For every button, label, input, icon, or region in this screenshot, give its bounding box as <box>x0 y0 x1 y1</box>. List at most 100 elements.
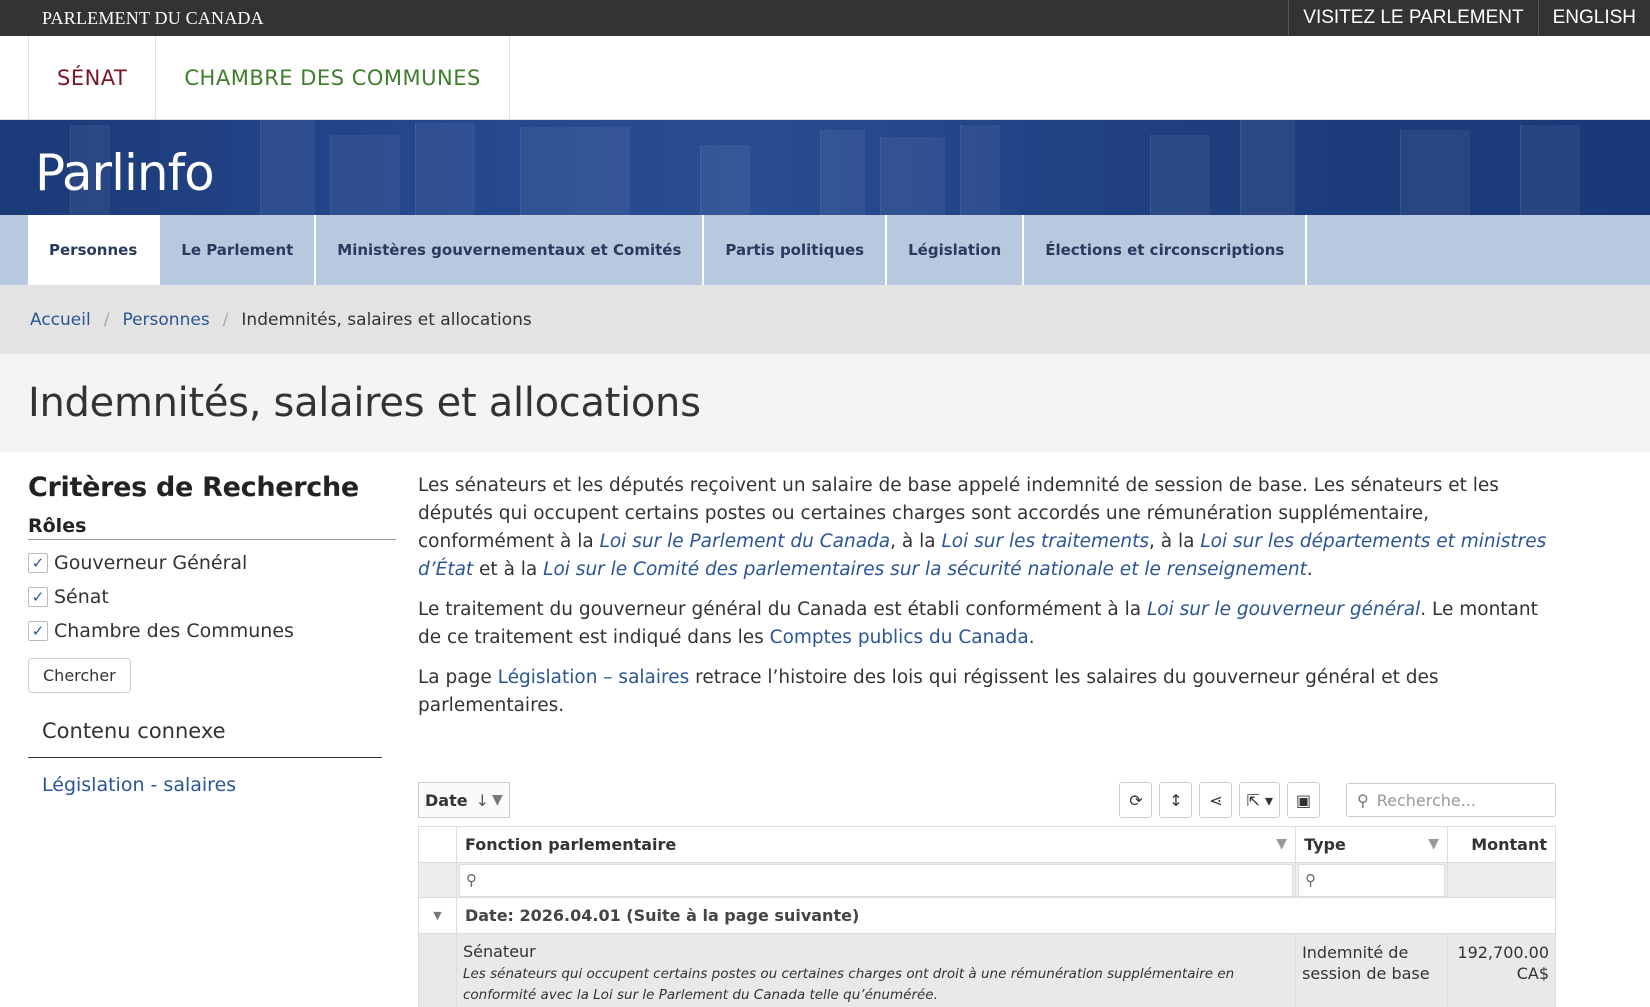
nsicop-act-link[interactable]: Loi sur le Comité des parlementaires sur… <box>543 559 1307 580</box>
column-chooser-icon: ▣ <box>1295 790 1312 810</box>
breadcrumb-separator: / <box>103 309 110 330</box>
checkmark-icon[interactable]: ✓ <box>28 587 48 607</box>
table-row[interactable]: Sénateur Les sénateurs qui occupent cert… <box>418 933 1557 1007</box>
amount-cell: 192,700.00 CA$ <box>1446 933 1557 1007</box>
page-title-band: Indemnités, salaires et allocations <box>0 354 1650 452</box>
intro-paragraph-2: Le traitement du gouverneur général du C… <box>418 596 1556 652</box>
search-criteria-sidebar: Critères de Recherche Rôles ✓ Gouverneur… <box>28 472 396 1007</box>
type-filter-input[interactable]: ⚲ <box>1298 863 1445 897</box>
parliament-brand[interactable]: PARLEMENT DU CANADA <box>0 0 264 36</box>
banner-decoration <box>1150 135 1210 215</box>
group-chip-label: Date <box>425 790 468 810</box>
legislation-salaries-link[interactable]: Législation – salaires <box>498 667 690 688</box>
intro-text: Le traitement du gouverneur général du C… <box>418 599 1147 620</box>
function-title: Sénateur <box>462 942 536 961</box>
column-chooser-button[interactable]: ▣ <box>1287 782 1320 818</box>
role-checkbox-house-of-commons[interactable]: ✓ Chambre des Communes <box>28 614 396 648</box>
site-title[interactable]: Parlinfo <box>35 144 215 202</box>
banner-decoration <box>1520 125 1580 215</box>
group-row[interactable]: ▼ Date: 2026.04.01 (Suite à la page suiv… <box>418 897 1557 934</box>
content-area: Critères de Recherche Rôles ✓ Gouverneur… <box>0 452 1650 1007</box>
checkmark-icon[interactable]: ✓ <box>28 553 48 573</box>
filter-cell-empty <box>418 862 457 898</box>
column-header-label: Montant <box>1471 835 1547 854</box>
refresh-button[interactable]: ⟳ <box>1119 782 1153 818</box>
page-title: Indemnités, salaires et allocations <box>28 380 701 426</box>
salaries-grid: Date ↓ ▼ ⟳ ↕ ⋖ ⇱ ▾ ▣ ⚲ Recherche... Fonc… <box>418 780 1557 1007</box>
tab-partis-politiques[interactable]: Partis politiques <box>704 215 888 285</box>
roles-heading: Rôles <box>28 515 396 540</box>
expand-vertical-icon: ↕ <box>1169 790 1183 810</box>
house-of-commons-link[interactable]: CHAMBRE DES COMMUNES <box>155 36 510 119</box>
governor-general-act-link[interactable]: Loi sur le gouverneur général <box>1147 599 1420 620</box>
tab-ministeres-comites[interactable]: Ministères gouvernementaux et Comités <box>316 215 705 285</box>
export-button[interactable]: ⇱ ▾ <box>1239 782 1280 818</box>
parliament-of-canada-act-link[interactable]: Loi sur le Parlement du Canada <box>600 531 891 552</box>
chamber-header: SÉNAT CHAMBRE DES COMMUNES <box>0 36 1650 120</box>
senate-link[interactable]: SÉNAT <box>28 36 157 119</box>
main-content: Les sénateurs et les députés reçoivent u… <box>418 472 1557 1007</box>
role-checkbox-governor-general[interactable]: ✓ Gouverneur Général <box>28 546 396 580</box>
breadcrumb-separator: / <box>222 309 229 330</box>
search-button[interactable]: Chercher <box>28 658 131 693</box>
type-filter-cell: ⚲ <box>1295 862 1448 898</box>
tab-legislation[interactable]: Législation <box>887 215 1025 285</box>
public-accounts-link[interactable]: Comptes publics du Canada <box>770 627 1029 648</box>
type-column-header[interactable]: Type ▼ <box>1295 826 1448 863</box>
parlinfo-banner: Parlinfo <box>0 120 1650 215</box>
grid-toolbar-buttons: ⟳ ↕ ⋖ ⇱ ▾ ▣ <box>1119 782 1320 818</box>
role-label: Chambre des Communes <box>54 620 294 642</box>
tab-personnes[interactable]: Personnes <box>28 215 161 285</box>
group-by-date-chip[interactable]: Date ↓ ▼ <box>418 782 510 818</box>
checkmark-icon[interactable]: ✓ <box>28 621 48 641</box>
share-icon: ⋖ <box>1209 790 1223 810</box>
tab-elections[interactable]: Élections et circonscriptions <box>1024 215 1308 285</box>
search-icon: ⚲ <box>1305 871 1317 889</box>
related-content: Contenu connexe Législation - salaires <box>28 693 396 796</box>
intro-text: et à la <box>473 559 544 580</box>
role-label: Gouverneur Général <box>54 552 248 574</box>
banner-decoration <box>960 125 1000 215</box>
intro-text: . <box>1028 627 1035 648</box>
banner-decoration <box>520 127 630 215</box>
salaries-act-link[interactable]: Loi sur les traitements <box>941 531 1149 552</box>
share-button[interactable]: ⋖ <box>1199 782 1233 818</box>
related-legislation-link[interactable]: Législation - salaires <box>28 758 396 796</box>
sort-descending-icon[interactable]: ↓ <box>476 791 489 810</box>
role-label: Sénat <box>54 586 109 608</box>
function-column-header[interactable]: Fonction parlementaire ▼ <box>455 826 1297 863</box>
expand-column-header <box>418 826 457 863</box>
collapse-group-icon[interactable]: ▼ <box>418 897 457 934</box>
amount-column-header[interactable]: Montant <box>1446 826 1557 863</box>
column-header-label: Fonction parlementaire <box>464 835 677 854</box>
breadcrumb-people[interactable]: Personnes <box>122 310 209 330</box>
filter-icon[interactable]: ▼ <box>1276 836 1287 852</box>
visit-parliament-link[interactable]: VISITEZ LE PARLEMENT <box>1288 0 1537 36</box>
breadcrumb-home[interactable]: Accueil <box>30 310 91 330</box>
function-description: Les sénateurs qui occupent certains post… <box>462 966 1235 1003</box>
banner-decoration <box>415 123 475 215</box>
function-filter-input[interactable]: ⚲ <box>458 863 1294 897</box>
expand-collapse-button[interactable]: ↕ <box>1159 782 1193 818</box>
banner-decoration <box>260 120 315 215</box>
tab-le-parlement[interactable]: Le Parlement <box>160 215 317 285</box>
role-checkbox-senate[interactable]: ✓ Sénat <box>28 580 396 614</box>
grid-search-input[interactable]: ⚲ Recherche... <box>1346 783 1556 817</box>
grid-toolbar: Date ↓ ▼ ⟳ ↕ ⋖ ⇱ ▾ ▣ ⚲ Recherche... <box>418 780 1556 820</box>
filter-icon[interactable]: ▼ <box>1428 836 1439 852</box>
search-criteria-heading: Critères de Recherche <box>28 472 359 503</box>
intro-paragraph-3: La page Législation – salaires retrace l… <box>418 664 1556 720</box>
intro-text: , à la <box>890 531 942 552</box>
banner-decoration <box>820 130 865 215</box>
language-toggle-link[interactable]: ENGLISH <box>1537 0 1650 36</box>
filter-row: ⚲ ⚲ <box>418 862 1557 898</box>
function-filter-cell: ⚲ <box>455 862 1297 898</box>
amount-filter-cell <box>1446 862 1557 898</box>
breadcrumb-current: Indemnités, salaires et allocations <box>241 309 532 330</box>
filter-icon[interactable]: ▼ <box>492 792 503 808</box>
intro-text: . <box>1306 559 1313 580</box>
type-cell: Indemnité de session de base <box>1295 933 1448 1007</box>
function-cell: Sénateur Les sénateurs qui occupent cert… <box>455 933 1297 1007</box>
intro-paragraph-1: Les sénateurs et les députés reçoivent u… <box>418 472 1556 584</box>
banner-decoration <box>880 137 945 215</box>
